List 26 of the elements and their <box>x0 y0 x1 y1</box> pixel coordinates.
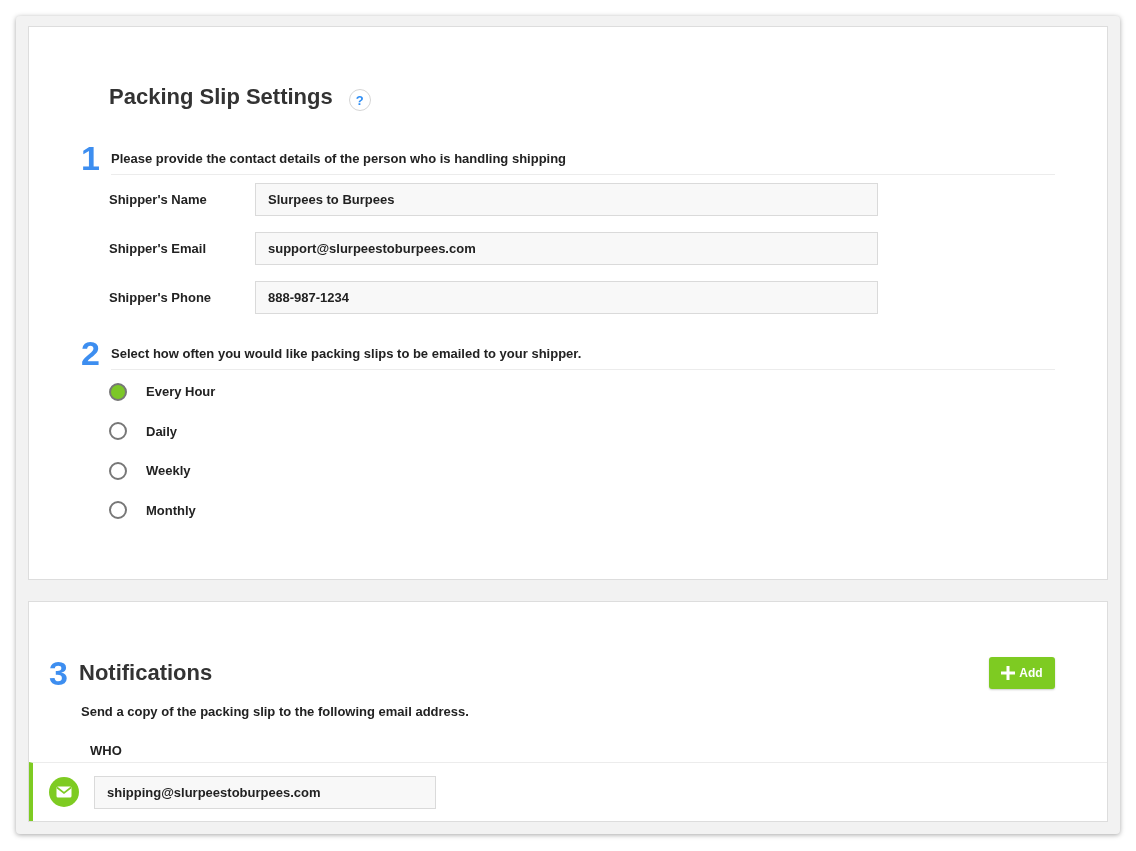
text-field[interactable]: support@slurpeestoburpees.com <box>255 232 878 265</box>
plus-icon <box>1001 666 1016 680</box>
section-description: Send a copy of the packing slip to the following email address. <box>81 704 470 719</box>
step-number: 1 <box>81 141 101 175</box>
radio-button[interactable] <box>109 382 127 401</box>
field-label: Shipper's Name <box>109 192 208 207</box>
step-number: 3 <box>49 656 69 690</box>
radio-label: Weekly <box>146 463 191 479</box>
column-header: WHO <box>90 743 123 758</box>
step-instruction: Select how often you would like packing slips to be emailed to your shipper. <box>111 346 1055 370</box>
page-title: Packing Slip Settings <box>109 84 333 110</box>
field-label: Shipper's Email <box>109 241 207 256</box>
email-field[interactable]: shipping@slurpeestoburpees.com <box>94 775 436 809</box>
radio-label: Every Hour <box>146 384 216 400</box>
envelope-icon <box>49 777 79 807</box>
step-instruction: Please provide the contact details of the person who is handling shipping <box>111 151 1055 175</box>
field-label: Shipper's Phone <box>109 290 213 305</box>
radio-label: Daily <box>146 423 178 439</box>
radio-button[interactable] <box>109 422 127 441</box>
radio-button[interactable] <box>109 501 127 520</box>
text-field[interactable]: 888-987-1234 <box>255 281 878 314</box>
text-field[interactable]: Slurpees to Burpees <box>255 183 878 216</box>
step-number: 2 <box>81 336 101 370</box>
section-title: Notifications <box>79 660 214 686</box>
radio-label: Monthly <box>146 502 196 518</box>
radio-button[interactable] <box>109 461 127 480</box>
